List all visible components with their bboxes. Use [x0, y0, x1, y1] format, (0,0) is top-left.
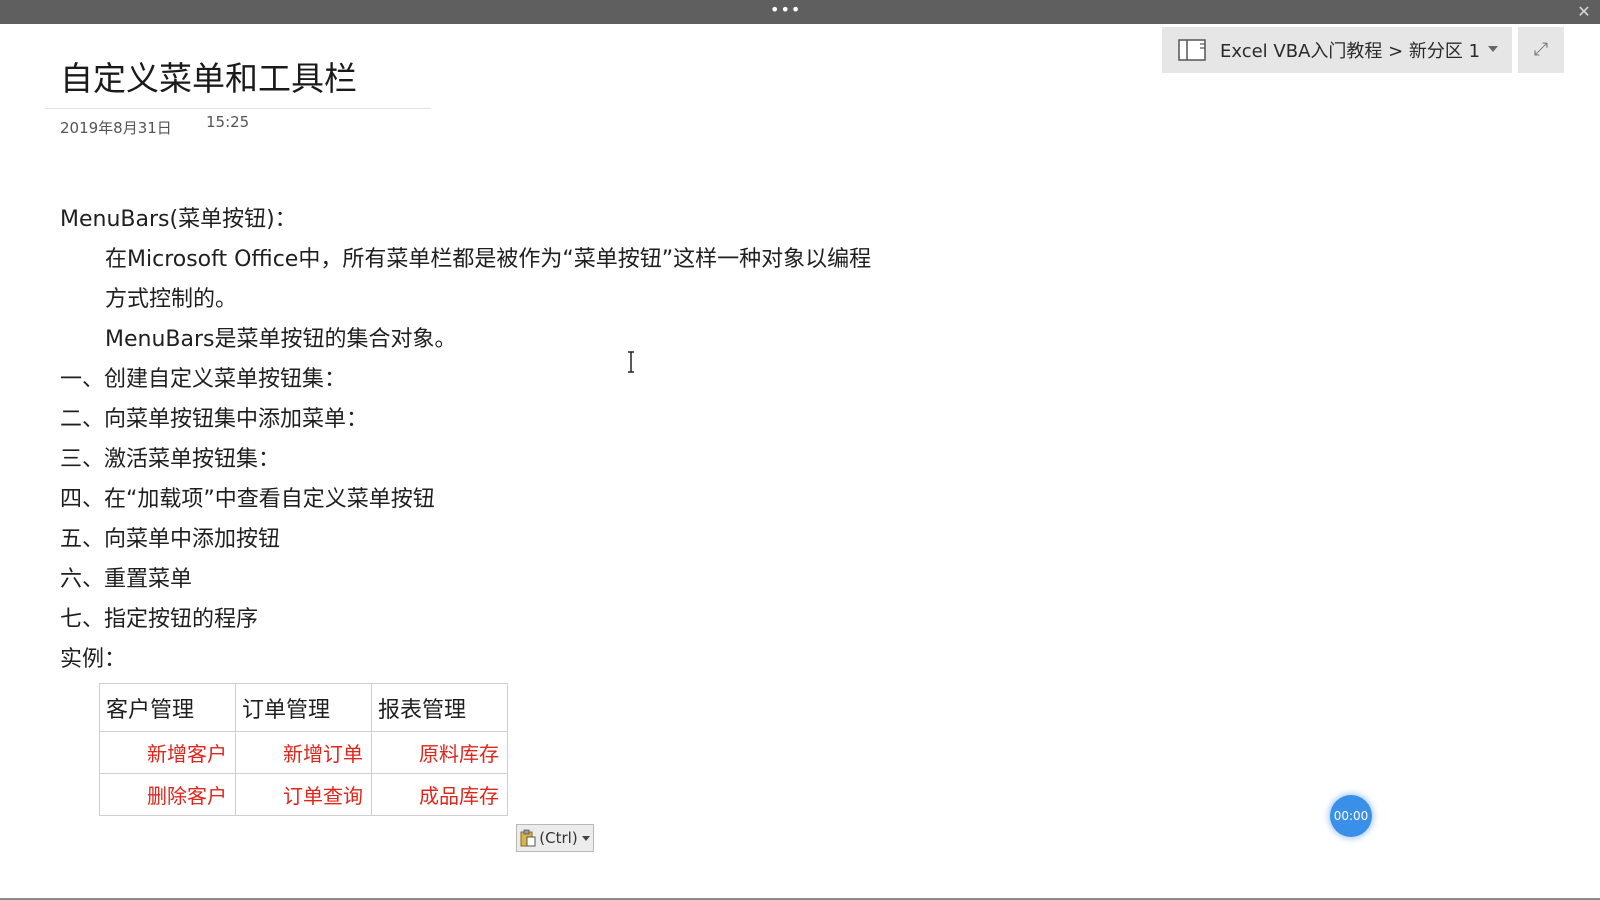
- page-title[interactable]: 自定义菜单和工具栏: [60, 52, 357, 100]
- note-line[interactable]: 一、创建自定义菜单按钮集：: [60, 360, 960, 400]
- page-date: 2019年8月31日: [60, 119, 172, 137]
- more-options-icon[interactable]: •••: [770, 0, 800, 24]
- chevron-down-icon: [581, 835, 590, 841]
- page-time: 15:25: [206, 113, 250, 131]
- paste-options-button[interactable]: (Ctrl): [516, 824, 594, 852]
- recording-timer[interactable]: 00:00: [1330, 795, 1372, 837]
- note-line[interactable]: 六、重置菜单: [60, 560, 960, 600]
- table-cell[interactable]: 原料库存: [371, 731, 508, 774]
- table-cell[interactable]: 删除客户: [99, 773, 236, 816]
- note-line[interactable]: MenuBars是菜单按钮的集合对象。: [60, 320, 960, 360]
- clipboard-icon: [520, 829, 536, 847]
- table-cell[interactable]: 成品库存: [371, 773, 508, 816]
- note-line[interactable]: 方式控制的。: [60, 280, 960, 320]
- note-line[interactable]: 二、向菜单按钮集中添加菜单：: [60, 400, 960, 440]
- example-menu-table[interactable]: 客户管理 订单管理 报表管理 新增客户 新增订单 原料库存 删除客户 订单查询 …: [99, 683, 508, 816]
- text-cursor-icon: [628, 351, 634, 373]
- title-divider: [45, 108, 431, 109]
- note-line[interactable]: 在Microsoft Office中，所有菜单栏都是被作为“菜单按钮”这样一种对…: [60, 240, 960, 280]
- notebook-icon: [1178, 39, 1206, 61]
- notebook-path-label: Excel VBA入门教程 > 新分区 1: [1220, 41, 1481, 62]
- table-header-cell[interactable]: 报表管理: [371, 683, 508, 732]
- note-line[interactable]: 五、向菜单中添加按钮: [60, 520, 960, 560]
- table-header-cell[interactable]: 客户管理: [99, 683, 236, 732]
- window-titlebar: ••• ✕: [0, 0, 1600, 24]
- note-line[interactable]: MenuBars(菜单按钮)：: [60, 200, 960, 240]
- table-row: 新增客户 新增订单 原料库存: [99, 731, 508, 774]
- table-row: 删除客户 订单查询 成品库存: [99, 773, 508, 816]
- note-line[interactable]: 三、激活菜单按钮集：: [60, 440, 960, 480]
- expand-icon[interactable]: ⤢: [1518, 27, 1564, 73]
- chevron-down-icon: [1488, 46, 1498, 52]
- paste-options-label: (Ctrl): [539, 829, 578, 847]
- close-icon[interactable]: ✕: [1574, 2, 1594, 22]
- table-cell[interactable]: 新增客户: [99, 731, 236, 774]
- note-line[interactable]: 实例：: [60, 640, 960, 680]
- table-header-cell[interactable]: 订单管理: [235, 683, 372, 732]
- table-header-row: 客户管理 订单管理 报表管理: [99, 683, 508, 732]
- note-content[interactable]: MenuBars(菜单按钮)： 在Microsoft Office中，所有菜单栏…: [60, 200, 960, 680]
- table-cell[interactable]: 新增订单: [235, 731, 372, 774]
- table-cell[interactable]: 订单查询: [235, 773, 372, 816]
- notebook-section-picker[interactable]: Excel VBA入门教程 > 新分区 1: [1162, 27, 1512, 73]
- note-line[interactable]: 四、在“加载项”中查看自定义菜单按钮: [60, 480, 960, 520]
- note-line[interactable]: 七、指定按钮的程序: [60, 600, 960, 640]
